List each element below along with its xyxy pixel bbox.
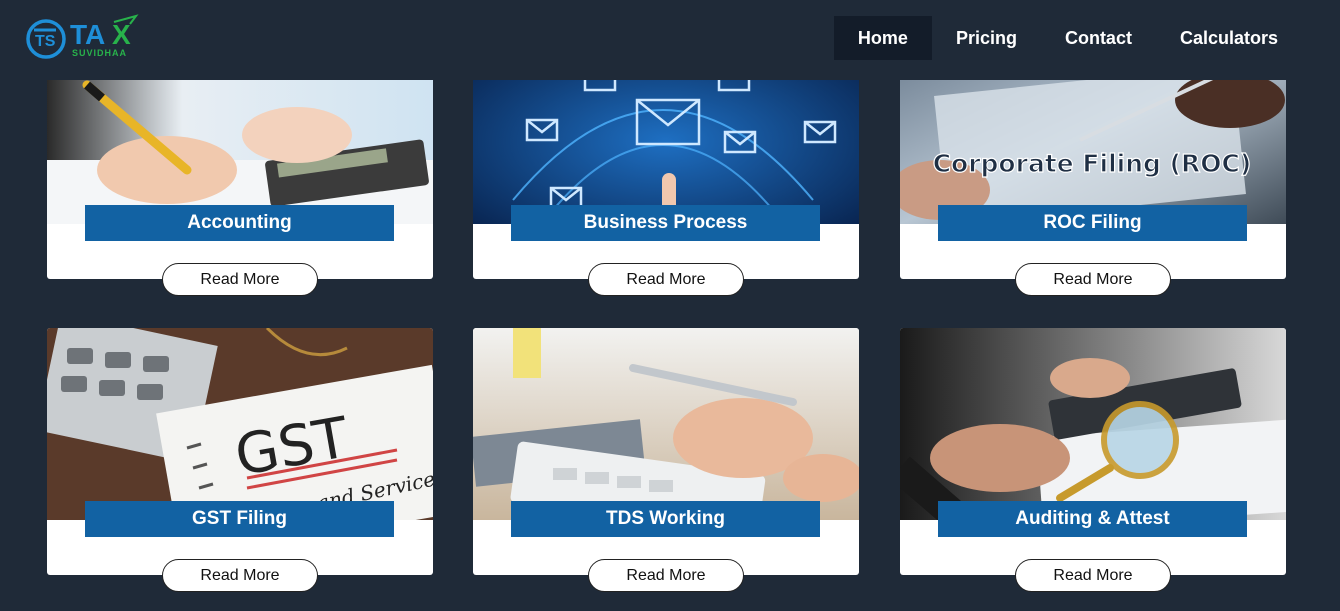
read-more-button[interactable]: Read More — [162, 263, 318, 296]
nav-home[interactable]: Home — [833, 16, 932, 60]
service-title: Accounting — [85, 205, 394, 241]
service-title: ROC Filing — [938, 205, 1247, 241]
service-title: Business Process — [511, 205, 820, 241]
nav-pricing[interactable]: Pricing — [932, 16, 1041, 60]
magnifier-calculator-photo — [900, 328, 1286, 520]
read-more-button[interactable]: Read More — [588, 263, 744, 296]
read-more-button[interactable]: Read More — [162, 559, 318, 592]
gst-notebook-photo: GST and Services — [47, 328, 433, 520]
site-header: TS TA X SUVIDHAA Home Pricing Contact Ca… — [0, 0, 1340, 80]
read-more-button[interactable]: Read More — [588, 559, 744, 592]
image-caption-text: Corporate Filing (ROC) — [933, 149, 1252, 178]
svg-text:TA: TA — [70, 19, 105, 50]
read-more-button[interactable]: Read More — [1015, 263, 1171, 296]
service-card-gst-filing: GST and Services GST Filing Read More — [47, 328, 433, 592]
nav-calculators[interactable]: Calculators — [1156, 16, 1302, 60]
service-title: GST Filing — [85, 501, 394, 537]
service-title: Auditing & Attest — [938, 501, 1247, 537]
svg-text:X: X — [112, 19, 131, 50]
tax-suvidhaa-logo[interactable]: TS TA X SUVIDHAA — [26, 14, 142, 64]
pen-calculator-photo — [473, 328, 859, 520]
nav-contact[interactable]: Contact — [1041, 16, 1156, 60]
main-nav: Home Pricing Contact Calculators — [833, 16, 1302, 60]
service-card-tds-working: TDS Working Read More — [473, 328, 859, 592]
service-card-auditing-attest: Auditing & Attest Read More — [900, 328, 1286, 592]
svg-text:TS: TS — [35, 33, 56, 50]
read-more-button[interactable]: Read More — [1015, 559, 1171, 592]
service-title: TDS Working — [511, 501, 820, 537]
svg-text:SUVIDHAA: SUVIDHAA — [72, 48, 127, 58]
